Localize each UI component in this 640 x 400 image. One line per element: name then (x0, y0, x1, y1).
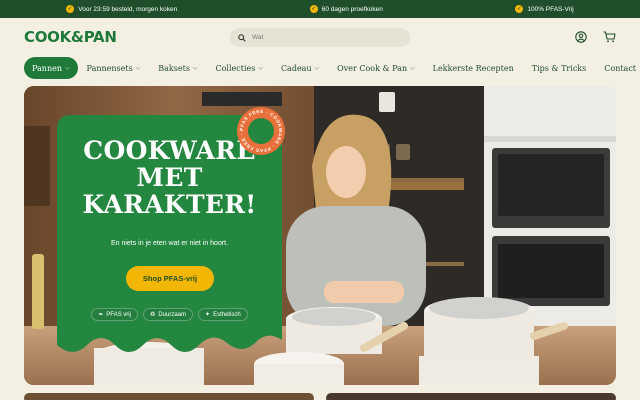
pfas-free-badge: PFAS FREE · COOKWARE · PFAS FREE · (236, 106, 286, 156)
nav-item-pannensets[interactable]: Pannensets ⌵ (78, 57, 150, 79)
nav-item-over-cook-pan[interactable]: Over Cook & Pan ⌵ (328, 57, 424, 79)
chevron-down-icon: ⌵ (192, 64, 198, 72)
nav-item-recepten[interactable]: Lekkerste Recepten (424, 57, 523, 79)
logo[interactable]: COOK&PAN (24, 28, 117, 46)
account-icon[interactable] (575, 31, 589, 45)
hero-subtitle: En niets in je eten wat er niet in hoort… (110, 240, 229, 247)
nav-item-collecties[interactable]: Collecties ⌵ (206, 57, 271, 79)
nav-item-cadeau[interactable]: Cadeau ⌵ (272, 57, 328, 79)
chip-label: Esthetisch (213, 311, 241, 318)
leaf-icon: ❧ (98, 312, 104, 318)
card-preview-right[interactable] (326, 393, 616, 400)
search-input[interactable] (252, 34, 392, 41)
nav-item-pannen[interactable]: Pannen ⌵ (24, 57, 78, 79)
chevron-down-icon: ⌵ (258, 64, 263, 72)
announcement-bar: ✓ Voor 23:59 besteld, morgen koken ✓ 60 … (0, 0, 640, 18)
check-icon: ✓ (515, 5, 524, 13)
chip-label: Duurzaam (158, 311, 187, 318)
search-icon (238, 33, 246, 42)
usp-text: Voor 23:59 besteld, morgen koken (78, 5, 178, 13)
feature-chips: ❧ PFAS vrij ♻ Duurzaam ✦ Esthetisch (57, 308, 282, 321)
nav-item-label: Over Cook & Pan (337, 63, 408, 73)
nav-item-label: Baksets (158, 63, 190, 73)
nav-item-label: Contact (604, 63, 637, 73)
main-nav: Pannen ⌵ Pannensets ⌵ Baksets ⌵ Collecti… (24, 57, 640, 79)
recycle-icon: ♻ (149, 312, 156, 318)
search-bar[interactable] (230, 28, 410, 47)
usp-pfas: ✓ 100% PFAS-Vrij (515, 5, 574, 13)
nav-item-label: Lekkerste Recepten (432, 63, 514, 73)
usp-delivery: ✓ Voor 23:59 besteld, morgen koken (66, 5, 177, 13)
nav-item-label: Pannen (32, 63, 62, 73)
nav-item-baksets[interactable]: Baksets ⌵ (149, 57, 206, 79)
usp-text: 100% PFAS-Vrij (527, 5, 574, 13)
nav-item-label: Tips & Tricks (531, 63, 587, 73)
nav-item-label: Pannensets (86, 63, 133, 73)
nav-item-label: Cadeau (280, 63, 312, 73)
chevron-down-icon: ⌵ (135, 64, 141, 72)
nav-item-contact[interactable]: Contact (595, 57, 640, 79)
chevron-down-icon: ⌵ (64, 64, 70, 72)
cart-icon[interactable] (603, 31, 617, 45)
sparkle-icon: ✦ (205, 312, 211, 318)
hero-banner[interactable]: COOKWARE MET KARAKTER! En niets in je et… (24, 86, 616, 385)
site-header: COOK&PAN (0, 18, 640, 58)
nav-item-tips[interactable]: Tips & Tricks (523, 57, 595, 79)
usp-text: 60 dagen proefkoken (321, 5, 383, 13)
shop-pfas-free-button[interactable]: Shop PFAS-vrij (126, 266, 214, 291)
chip-pfas-free: ❧ PFAS vrij (91, 308, 138, 321)
chip-aesthetic: ✦ Esthetisch (198, 308, 248, 321)
nav-item-label: Collecties (215, 63, 256, 73)
chip-label: PFAS vrij (106, 311, 131, 318)
chevron-down-icon: ⌵ (410, 64, 415, 72)
usp-trial: ✓ 60 dagen proefkoken (309, 5, 383, 13)
card-preview-left[interactable] (24, 393, 314, 400)
chip-durable: ♻ Duurzaam (142, 308, 194, 321)
check-icon: ✓ (309, 5, 318, 13)
check-icon: ✓ (66, 5, 75, 13)
chevron-down-icon: ⌵ (314, 64, 320, 72)
